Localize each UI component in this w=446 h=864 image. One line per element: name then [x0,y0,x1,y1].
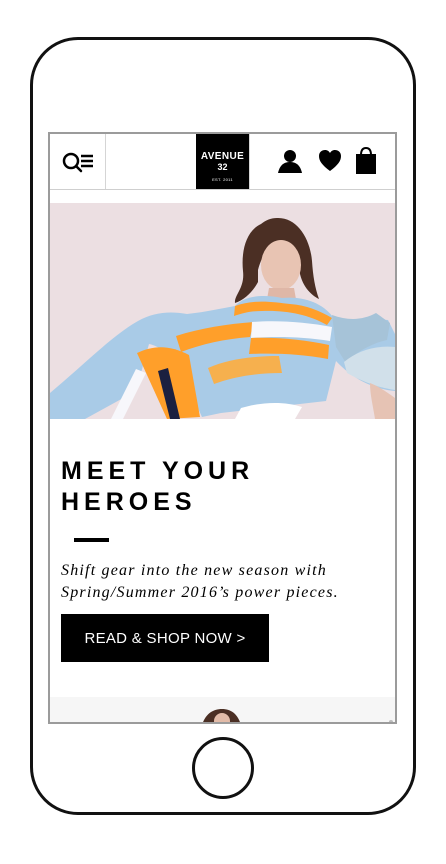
logo-line-3: EST. 2011 [212,177,233,182]
read-shop-now-button[interactable]: READ & SHOP NOW > [61,614,269,662]
search-handle [74,164,82,172]
brand-logo[interactable]: AVENUE 32 EST. 2011 [196,134,249,189]
hero-model-image [50,203,395,419]
user-icon [278,150,302,173]
shopping-bag-button[interactable] [351,146,381,176]
tagline: Shift gear into the new season with Spri… [61,562,339,601]
next-feature-preview[interactable] [50,697,395,722]
header-divider [249,134,250,189]
search-menu-icon [62,152,93,172]
headline-underline [74,538,109,542]
site-header: AVENUE 32 EST. 2011 [50,134,395,190]
wishlist-button[interactable] [315,146,345,176]
heart-icon [319,150,341,171]
search-menu-button[interactable] [50,134,106,189]
next-feature-image [50,697,395,722]
hero-banner[interactable] [50,203,395,419]
account-button[interactable] [275,146,305,176]
scrollbar-thumb[interactable] [389,720,393,722]
logo-line-2: 32 [217,162,228,172]
feature-content: MEET YOUR HEROES Shift gear into the new… [50,419,395,694]
shopping-bag-icon [356,147,376,174]
phone-screen: AVENUE 32 EST. 2011 MEET YOUR HEROES Shi… [48,132,397,724]
headline: MEET YOUR HEROES [61,457,255,516]
logo-line-1: AVENUE [200,151,245,162]
home-button[interactable] [192,737,254,799]
